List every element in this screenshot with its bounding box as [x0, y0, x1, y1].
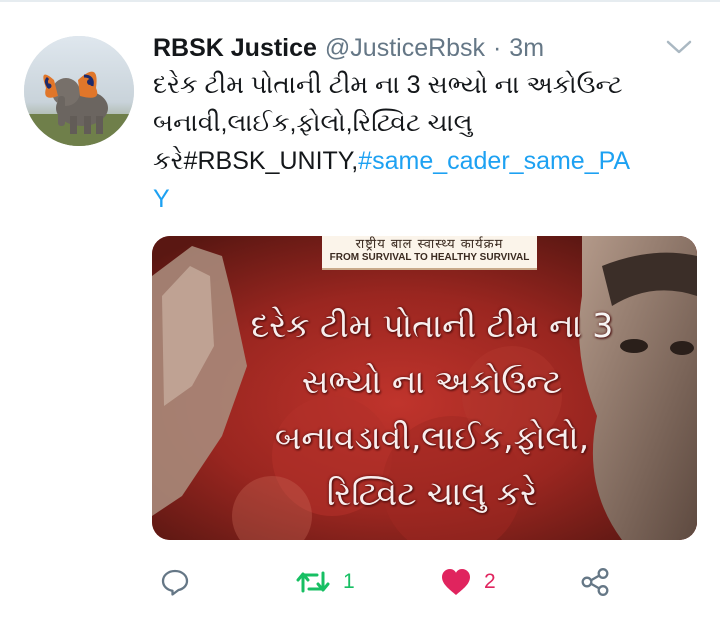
tweet-text-line: કરે#RBSK_UNITY,#same_cader_same_PA	[153, 142, 698, 180]
tweet-text-line: Y	[153, 180, 698, 218]
hashtag-same-cader-same-pay-wrap[interactable]: Y	[153, 185, 170, 213]
retweet-count: 1	[343, 570, 355, 593]
top-divider	[0, 0, 720, 2]
reply-icon	[161, 569, 189, 596]
avatar[interactable]	[24, 36, 134, 146]
retweet-button[interactable]: 1	[295, 560, 355, 604]
media-banner: राष्ट्रीय बाल स्वास्थ्य कार्यक्रम FROM S…	[322, 236, 537, 270]
author-handle[interactable]: @JusticeRbsk	[325, 34, 485, 62]
overlay-line: દરેક ટીમ પોતાની ટીમ ના 3	[250, 306, 614, 345]
like-button[interactable]: 2	[440, 560, 496, 604]
tweet-text-line: દરેક ટીમ પોતાની ટીમ ના 3 સભ્યો ના અકોઉન્…	[153, 71, 623, 99]
like-count: 2	[484, 570, 496, 593]
heart-icon	[442, 569, 470, 595]
overlay-line: બનાવડાવી,લાઈક,ફોલો,	[274, 418, 590, 457]
share-icon	[581, 568, 609, 596]
share-button[interactable]	[580, 560, 610, 604]
chevron-down-icon[interactable]	[664, 38, 694, 58]
header-separator: ·	[493, 34, 502, 62]
media-overlay-text: દરેક ટીમ પોતાની ટીમ ના 3 સભ્યો ના અકોઉન્…	[192, 298, 672, 522]
overlay-line: સભ્યો ના અકોઉન્ટ	[301, 362, 563, 401]
reply-button[interactable]	[160, 560, 190, 604]
tweet-header: RBSK Justice @JusticeRbsk · 3m	[153, 30, 653, 66]
author-name[interactable]: RBSK Justice	[153, 34, 317, 62]
tweet-action-bar: 1 2	[152, 560, 697, 604]
hashtag-same-cader-same-pay[interactable]: #same_cader_same_PA	[358, 147, 630, 175]
retweet-icon	[296, 571, 330, 593]
banner-hindi-text: राष्ट्रीय बाल स्वास्थ्य कार्यक्रम	[355, 237, 504, 252]
tweet-text-line: બનાવી,લાઈક,ફોલો,રિટ્વિટ ચાલુ	[153, 109, 473, 137]
tweet[interactable]: RBSK Justice @JusticeRbsk · 3m દરેક ટીમ …	[0, 0, 720, 629]
tweet-text: દરેક ટીમ પોતાની ટીમ ના 3 સભ્યો ના અકોઉન્…	[153, 66, 698, 218]
tweet-media-image[interactable]: राष्ट्रीय बाल स्वास्थ्य कार्यक्रम FROM S…	[152, 236, 697, 540]
banner-english-text: FROM SURVIVAL TO HEALTHY SURVIVAL	[329, 252, 530, 263]
hashtag-rbsk-unity[interactable]: #RBSK_UNITY,	[184, 147, 359, 175]
tweet-timestamp[interactable]: 3m	[509, 34, 544, 62]
tweet-text-fragment: કરે	[153, 147, 184, 175]
overlay-line: રિટ્વિટ ચાલુ કરે	[326, 474, 538, 513]
